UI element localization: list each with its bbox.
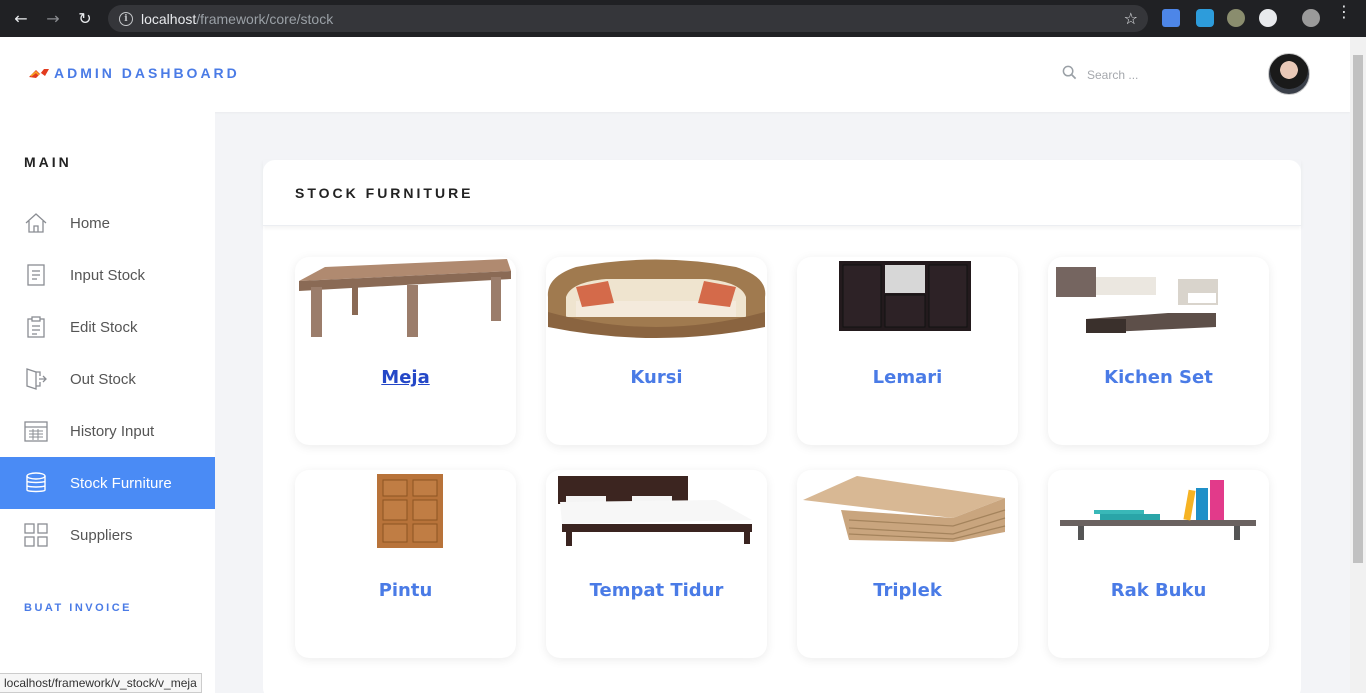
sidebar-item-label: Suppliers (70, 526, 133, 544)
stock-furniture-card: STOCK FURNITURE Meja Kursi Lemari Kichen… (263, 160, 1301, 693)
url-text[interactable]: localhost/framework/core/stock (141, 11, 333, 27)
sidebar: MAIN Home Input Stock Edit Stock Out Sto… (0, 112, 215, 693)
reload-icon[interactable]: ↻ (74, 8, 96, 30)
card-header: STOCK FURNITURE (263, 160, 1301, 226)
sofa-image (547, 259, 766, 338)
page-scrollbar[interactable] (1350, 37, 1366, 693)
browser-menu-icon[interactable]: ⋮ (1336, 4, 1352, 20)
bed-image (558, 476, 752, 546)
page-title: STOCK FURNITURE (295, 184, 474, 201)
logo-icon (29, 69, 49, 78)
sidebar-item-history-input[interactable]: History Input (0, 405, 215, 457)
document-icon (24, 263, 48, 287)
sidebar-item-out-stock[interactable]: Out Stock (0, 353, 215, 405)
exit-icon (24, 367, 48, 391)
sidebar-item-suppliers[interactable]: Suppliers (0, 509, 215, 561)
app-header: ADMIN DASHBOARD (0, 37, 1350, 112)
furniture-link-kichen-set[interactable]: Kichen Set (1048, 367, 1269, 388)
furniture-link-kursi[interactable]: Kursi (546, 367, 767, 388)
profile-icon[interactable] (1302, 9, 1320, 27)
furniture-link-rak-buku[interactable]: Rak Buku (1048, 580, 1269, 601)
search-input[interactable] (1087, 67, 1237, 82)
extension-owl-icon[interactable] (1227, 9, 1245, 27)
sidebar-item-stock-furniture[interactable]: Stock Furniture (0, 457, 215, 509)
furniture-tile-meja[interactable]: Meja (295, 257, 516, 445)
sidebar-item-buat-invoice[interactable]: BUAT INVOICE (24, 602, 132, 614)
extension-icon[interactable] (1196, 9, 1214, 27)
furniture-tile-rak-buku[interactable]: Rak Buku (1048, 470, 1269, 658)
brand[interactable]: ADMIN DASHBOARD (28, 65, 240, 81)
bookshelf-image (1060, 480, 1256, 540)
furniture-link-triplek[interactable]: Triplek (797, 580, 1018, 601)
browser-toolbar: ← → ↻ i localhost/framework/core/stock ☆… (0, 0, 1366, 37)
door-image (377, 474, 443, 548)
furniture-link-lemari[interactable]: Lemari (797, 367, 1018, 388)
back-icon[interactable]: ← (10, 8, 32, 30)
search (1062, 65, 1237, 84)
home-icon (24, 211, 48, 235)
sidebar-item-label: Out Stock (70, 370, 136, 388)
sidebar-item-edit-stock[interactable]: Edit Stock (0, 301, 215, 353)
status-bar: localhost/framework/v_stock/v_meja (0, 673, 202, 693)
sidebar-item-input-stock[interactable]: Input Stock (0, 249, 215, 301)
furniture-tile-tempat-tidur[interactable]: Tempat Tidur (546, 470, 767, 658)
table-image (299, 259, 511, 337)
sidebar-item-label: Home (70, 214, 111, 232)
search-icon (1062, 65, 1077, 84)
address-bar[interactable]: i localhost/framework/core/stock ☆ (108, 5, 1148, 32)
database-icon (24, 471, 48, 495)
wardrobe-image (839, 261, 971, 331)
sidebar-item-label: Input Stock (70, 266, 146, 284)
furniture-tile-kichen-set[interactable]: Kichen Set (1048, 257, 1269, 445)
furniture-tile-triplek[interactable]: Triplek (797, 470, 1018, 658)
translate-extension-icon[interactable] (1162, 9, 1180, 27)
plywood-image (803, 476, 1006, 542)
sidebar-item-label: Edit Stock (70, 318, 138, 336)
furniture-tile-kursi[interactable]: Kursi (546, 257, 767, 445)
furniture-link-meja[interactable]: Meja (295, 367, 516, 388)
sidebar-section-title: MAIN (24, 154, 72, 170)
calendar-icon (24, 419, 48, 443)
extension-circle-icon[interactable] (1259, 9, 1277, 27)
info-icon[interactable]: i (119, 11, 133, 26)
sidebar-item-home[interactable]: Home (0, 197, 215, 249)
bookmark-star-icon[interactable]: ☆ (1124, 9, 1138, 28)
furniture-tile-pintu[interactable]: Pintu (295, 470, 516, 658)
brand-title: ADMIN DASHBOARD (54, 65, 240, 81)
clipboard-icon (24, 315, 48, 339)
grid-icon (24, 523, 48, 547)
sidebar-item-label: History Input (70, 422, 155, 440)
sidebar-item-label: Stock Furniture (70, 474, 172, 492)
forward-icon[interactable]: → (42, 8, 64, 30)
kitchen-set-image (1056, 267, 1218, 333)
furniture-link-pintu[interactable]: Pintu (295, 580, 516, 601)
furniture-link-tempat-tidur[interactable]: Tempat Tidur (546, 580, 767, 601)
avatar[interactable] (1268, 53, 1310, 95)
furniture-tile-lemari[interactable]: Lemari (797, 257, 1018, 445)
scrollbar-thumb[interactable] (1353, 55, 1363, 563)
